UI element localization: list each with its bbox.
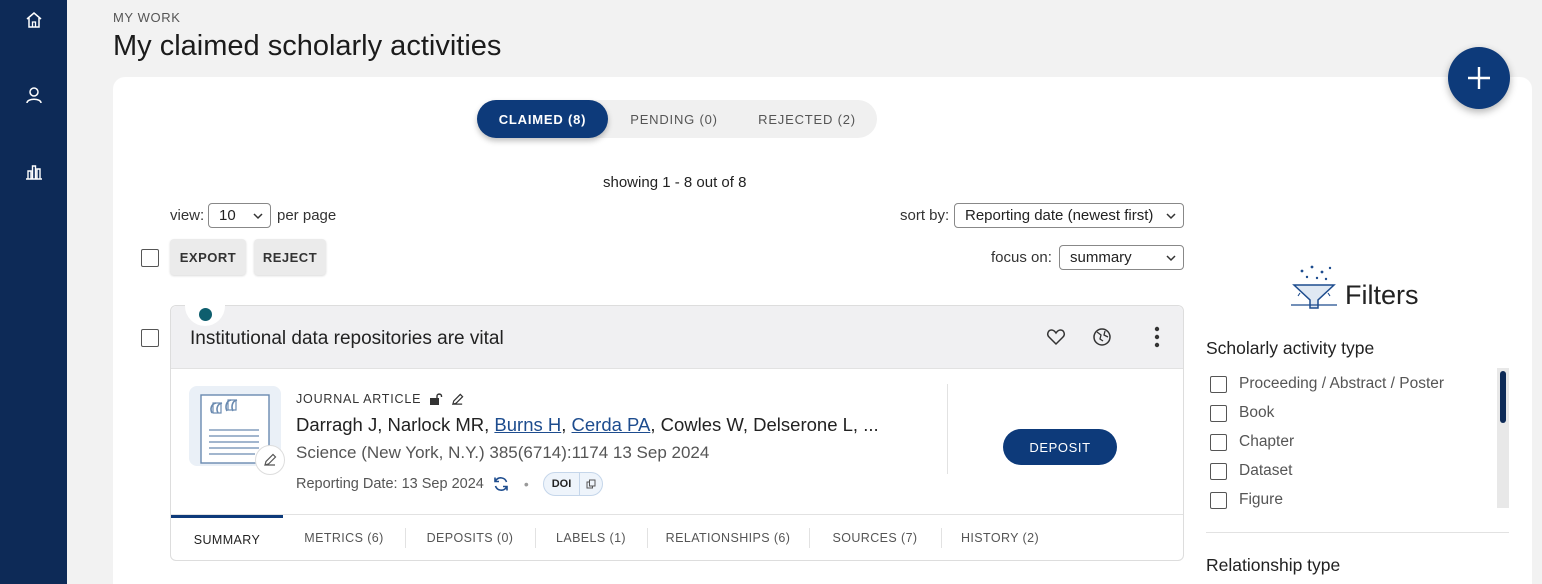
reject-button[interactable]: REJECT [254, 239, 326, 275]
authors-separator: , [561, 414, 572, 435]
refresh-icon[interactable] [492, 475, 510, 493]
activity-type-heading: Scholarly activity type [1206, 338, 1375, 358]
item-authors: Darragh J, Narlock MR, Burns H, Cerda PA… [296, 414, 879, 436]
sidebar-item-metrics[interactable] [19, 156, 49, 186]
relationship-type-heading: Relationship type [1206, 555, 1341, 575]
page-title: My claimed scholarly activities [113, 30, 502, 62]
open-access-button[interactable] [1090, 325, 1114, 349]
plus-icon [1468, 67, 1490, 89]
main-card: CLAIMED (8) PENDING (0) REJECTED (2) sho… [113, 77, 1532, 584]
item-checkbox[interactable] [141, 329, 159, 347]
chevron-down-icon [253, 213, 263, 220]
filter-checkbox[interactable] [1210, 462, 1227, 480]
filter-option-label: Dataset [1239, 462, 1293, 479]
favorite-button[interactable] [1044, 325, 1068, 349]
home-icon [26, 12, 42, 28]
filter-option-label: Chapter [1239, 433, 1295, 450]
tab-sources[interactable]: SOURCES (7) [809, 515, 941, 561]
filter-checkbox[interactable] [1210, 375, 1227, 393]
filter-option-label: Figure [1239, 491, 1283, 508]
globe-icon [1093, 328, 1111, 346]
pencil-icon[interactable] [451, 393, 464, 406]
focus-value: summary [1070, 249, 1132, 266]
chevron-down-icon [1166, 213, 1176, 220]
select-all-checkbox[interactable] [141, 249, 159, 267]
sort-select[interactable]: Reporting date (newest first) [954, 203, 1184, 228]
doi-label: DOI [551, 478, 572, 490]
filter-option-label: Proceeding / Abstract / Poster [1239, 375, 1445, 392]
heart-icon [1047, 329, 1065, 346]
view-label: view: [170, 207, 205, 224]
tab-rejected[interactable]: REJECTED (2) [740, 100, 874, 138]
pencil-icon [264, 453, 277, 466]
status-indicator [185, 302, 225, 326]
copy-icon[interactable] [579, 473, 602, 495]
filter-option-figure[interactable]: Figure [1210, 491, 1283, 509]
doi-badge[interactable]: DOI [542, 472, 604, 496]
authors-prefix: Darragh J, Narlock MR, [296, 414, 495, 435]
export-button[interactable]: EXPORT [170, 239, 246, 275]
item-title: Institutional data repositories are vita… [190, 328, 504, 349]
page-kicker: MY WORK [113, 10, 181, 25]
filter-option-label: Book [1239, 404, 1275, 421]
tab-metrics[interactable]: METRICS (6) [283, 515, 405, 561]
separator-dot-icon: • [523, 476, 529, 492]
item-type: JOURNAL ARTICLE [296, 392, 422, 406]
tab-relationships[interactable]: RELATIONSHIPS (6) [647, 515, 809, 561]
filters-title: Filters [1345, 280, 1419, 310]
bar-chart-icon [26, 165, 42, 180]
reporting-date-line: Reporting Date: 13 Sep 2024 • DOI [296, 472, 604, 496]
tab-deposits[interactable]: DEPOSITS (0) [405, 515, 535, 561]
author-link-cerda[interactable]: Cerda PA [572, 414, 651, 435]
item-type-line: JOURNAL ARTICLE [296, 392, 464, 406]
chevron-down-icon [1166, 255, 1176, 262]
tab-history[interactable]: HISTORY (2) [941, 515, 1059, 561]
item-venue: Science (New York, N.Y.) 385(6714):1174 … [296, 443, 710, 462]
per-page-label: per page [277, 207, 337, 224]
filter-option-dataset[interactable]: Dataset [1210, 462, 1292, 480]
add-activity-button[interactable] [1448, 47, 1510, 109]
filter-option-book[interactable]: Book [1210, 404, 1274, 422]
sidebar-item-home[interactable] [19, 5, 49, 35]
focus-label: focus on: [991, 249, 1052, 266]
authors-suffix: , Cowles W, Delserone L, ... [650, 414, 879, 435]
author-link-burns[interactable]: Burns H [494, 414, 561, 435]
more-options-button[interactable] [1145, 325, 1169, 349]
unlock-icon [430, 393, 443, 405]
tab-pending[interactable]: PENDING (0) [608, 100, 740, 138]
item-tabs: SUMMARY METRICS (6) DEPOSITS (0) LABELS … [171, 514, 1183, 560]
status-dot [199, 308, 212, 321]
user-icon [26, 87, 42, 104]
activity-item: Institutional data repositories are vita… [170, 302, 1184, 561]
divider [947, 384, 948, 474]
filter-funnel-icon [1291, 265, 1337, 309]
item-header: Institutional data repositories are vita… [171, 302, 1183, 369]
filter-scrollbar[interactable] [1497, 368, 1509, 508]
filter-checkbox[interactable] [1210, 491, 1227, 509]
sort-value: Reporting date (newest first) [965, 207, 1154, 224]
sidebar [0, 0, 67, 584]
filter-checkbox[interactable] [1210, 433, 1227, 451]
sidebar-item-profile[interactable] [19, 80, 49, 110]
divider [1206, 532, 1509, 533]
filter-checkbox[interactable] [1210, 404, 1227, 422]
scrollbar-thumb[interactable] [1500, 371, 1506, 423]
filter-option-proceeding[interactable]: Proceeding / Abstract / Poster [1210, 375, 1444, 393]
per-page-value: 10 [219, 207, 236, 224]
filter-option-chapter[interactable]: Chapter [1210, 433, 1294, 451]
per-page-select[interactable]: 10 [208, 203, 271, 228]
sort-label: sort by: [900, 207, 950, 224]
edit-thumbnail-button[interactable] [255, 445, 285, 475]
reporting-date: Reporting Date: 13 Sep 2024 [296, 476, 484, 492]
tab-claimed[interactable]: CLAIMED (8) [477, 100, 608, 138]
kebab-menu-icon [1154, 326, 1160, 348]
results-count: showing 1 - 8 out of 8 [603, 174, 747, 191]
tab-labels[interactable]: LABELS (1) [535, 515, 647, 561]
deposit-button[interactable]: DEPOSIT [1003, 429, 1117, 465]
focus-select[interactable]: summary [1059, 245, 1184, 270]
tab-summary[interactable]: SUMMARY [171, 515, 283, 561]
status-tabs: CLAIMED (8) PENDING (0) REJECTED (2) [477, 100, 877, 138]
